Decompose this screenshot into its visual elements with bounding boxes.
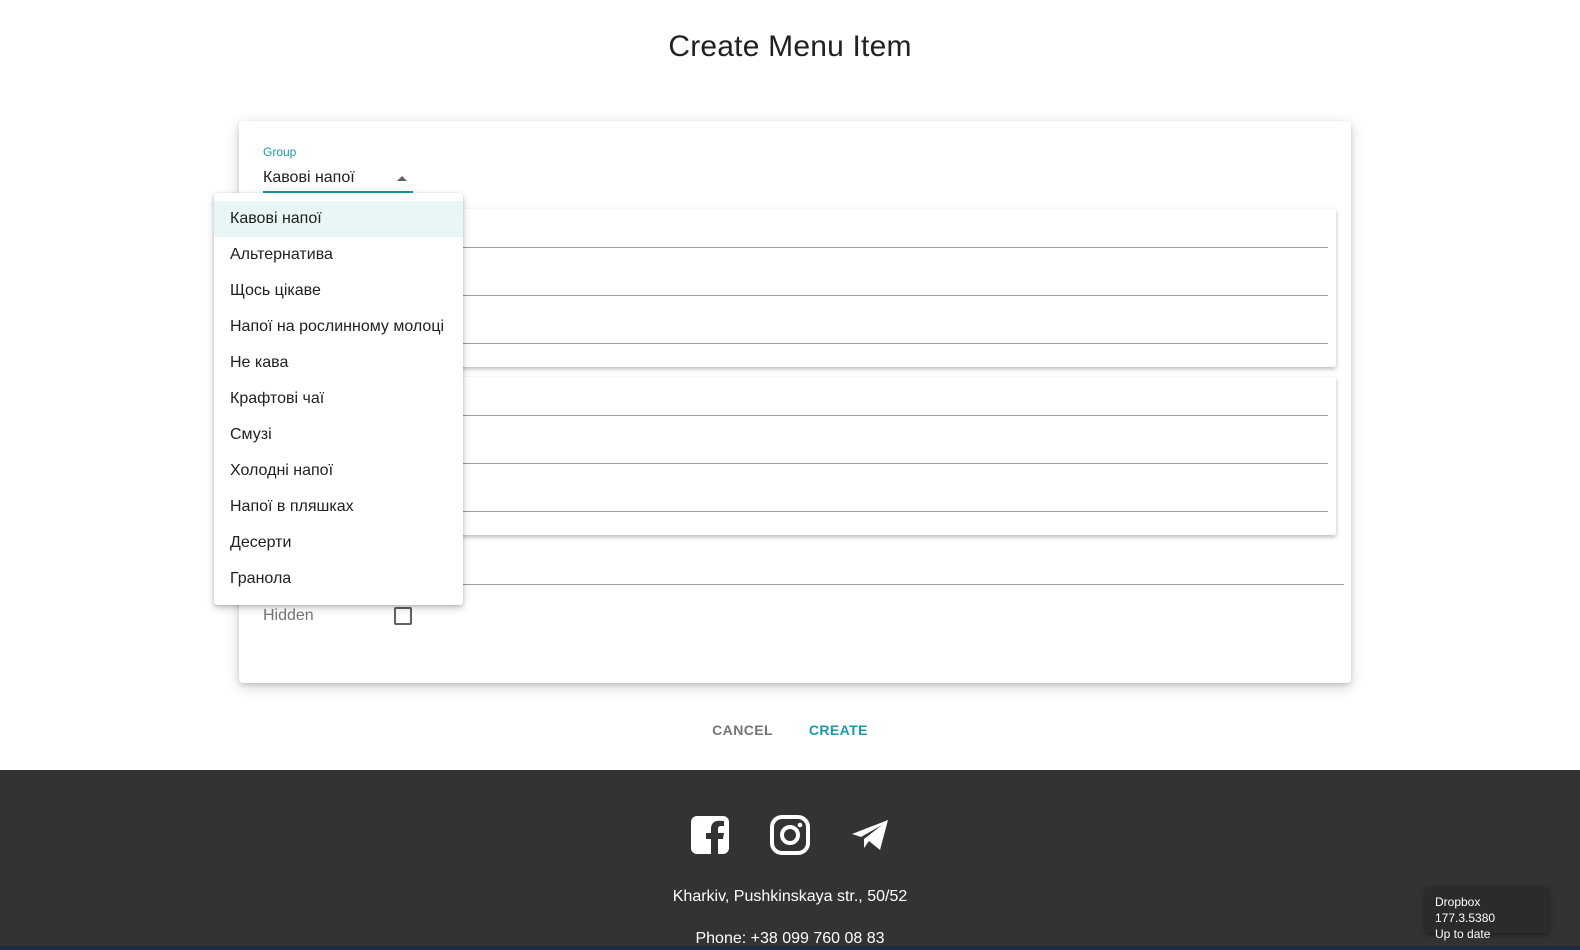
cancel-button[interactable]: CANCEL [710, 718, 775, 742]
group-field: Group Кавові напої [263, 145, 413, 193]
dropdown-option[interactable]: Напої на рослинному молоці [214, 309, 463, 345]
dropdown-option[interactable]: Гранола [214, 561, 463, 597]
footer: Kharkiv, Pushkinskaya str., 50/52 Phone:… [0, 770, 1580, 950]
toast-title: Dropbox 177.3.5380 [1435, 895, 1496, 925]
group-dropdown-menu: Кавові напої Альтернатива Щось цікаве На… [214, 193, 463, 605]
dropdown-option[interactable]: Напої в пляшках [214, 489, 463, 525]
dropdown-option[interactable]: Десерти [214, 525, 463, 561]
footer-address: Kharkiv, Pushkinskaya str., 50/52 [672, 888, 908, 905]
telegram-icon[interactable] [849, 814, 891, 856]
group-label: Group [263, 145, 297, 159]
hidden-row: Hidden [263, 607, 412, 625]
dropbox-notification[interactable]: Dropbox 177.3.5380 Up to date [1425, 887, 1549, 941]
instagram-icon[interactable] [769, 814, 811, 856]
dropdown-option[interactable]: Холодні напої [214, 453, 463, 489]
dropdown-option[interactable]: Альтернатива [214, 237, 463, 273]
create-button[interactable]: CREATE [807, 718, 870, 742]
social-links [0, 814, 1580, 856]
hidden-checkbox[interactable] [394, 607, 412, 625]
dropdown-option[interactable]: Не кава [214, 345, 463, 381]
toast-status: Up to date [1435, 927, 1491, 941]
page-title: Create Menu Item [668, 30, 912, 63]
group-select[interactable]: Кавові напої [263, 165, 413, 193]
dropdown-option[interactable]: Крафтові чаї [214, 381, 463, 417]
dropdown-option[interactable]: Кавові напої [214, 201, 463, 237]
facebook-icon[interactable] [689, 814, 731, 856]
group-select-value: Кавові напої [263, 169, 355, 186]
caret-up-icon [397, 175, 407, 181]
bottom-strip [0, 946, 1580, 950]
form-actions: CANCEL CREATE [0, 718, 1580, 742]
hidden-label: Hidden [263, 607, 314, 624]
dropdown-option[interactable]: Щось цікаве [214, 273, 463, 309]
dropdown-option[interactable]: Смузі [214, 417, 463, 453]
